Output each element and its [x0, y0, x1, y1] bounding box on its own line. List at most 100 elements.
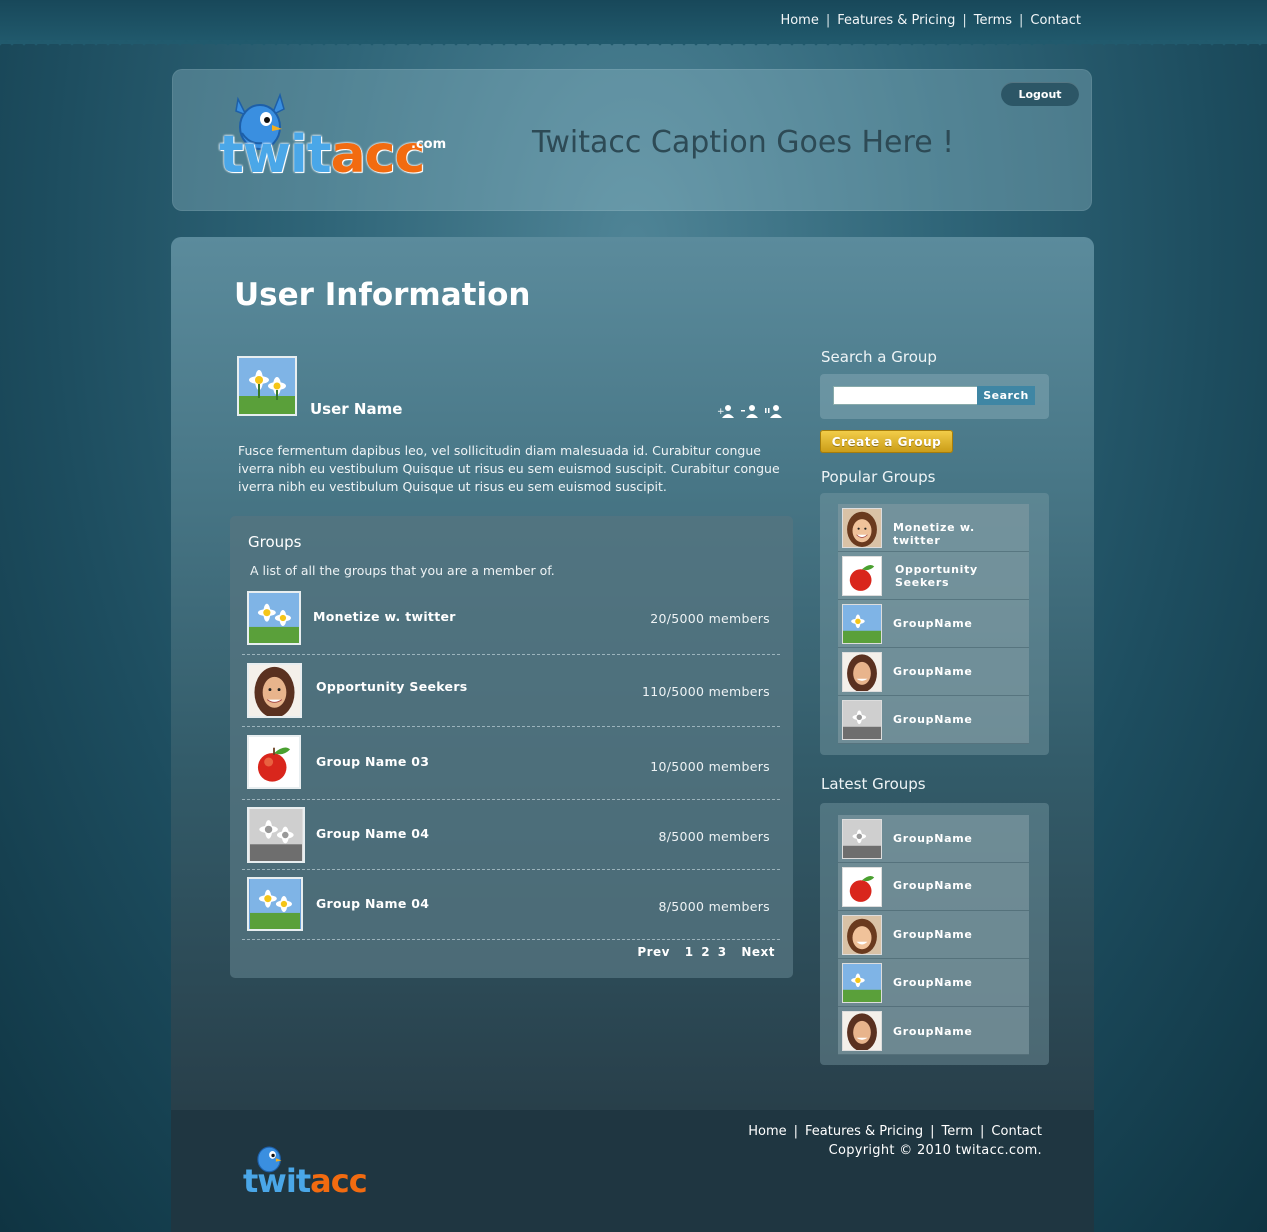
- search-group-box: Search: [820, 374, 1049, 419]
- prev-page-link[interactable]: Prev: [637, 945, 670, 959]
- logo-wordmark: twitacc: [219, 125, 425, 185]
- latest-group-item[interactable]: GroupName: [838, 863, 1029, 911]
- group-name: Monetize w. twitter: [313, 609, 456, 624]
- apple-photo-icon: [249, 737, 299, 787]
- group-thumbnail: [842, 604, 882, 644]
- page-link-1[interactable]: 1: [685, 945, 694, 959]
- popular-group-item[interactable]: GroupName: [838, 648, 1029, 696]
- footer-nav-home[interactable]: Home: [748, 1124, 786, 1139]
- block-user-icon[interactable]: [765, 404, 783, 418]
- group-thumbnail: [842, 867, 882, 907]
- group-thumbnail: [842, 700, 882, 740]
- user-bio: Fusce fermentum dapibus leo, vel sollici…: [238, 443, 780, 494]
- search-group-input[interactable]: [833, 386, 980, 405]
- footer-nav-contact[interactable]: Contact: [991, 1124, 1042, 1139]
- page-title: User Information: [234, 277, 531, 313]
- svg-text:+: +: [717, 407, 725, 417]
- footer-nav-features-pricing[interactable]: Features & Pricing: [805, 1124, 923, 1139]
- group-row[interactable]: Group Name 03 10/5000 members: [242, 727, 780, 800]
- group-name: Opportunity Seekers: [316, 679, 468, 694]
- group-name: GroupName: [893, 928, 973, 941]
- copyright-text: Copyright © 2010 twitacc.com.: [828, 1143, 1042, 1158]
- group-thumbnail: [247, 663, 302, 718]
- page-link-2[interactable]: 2: [701, 945, 710, 959]
- user-actions: +: [717, 404, 783, 418]
- groups-subtitle: A list of all the groups that you are a …: [250, 563, 555, 578]
- group-name: GroupName: [893, 1025, 973, 1038]
- latest-group-item[interactable]: GroupName: [838, 911, 1029, 959]
- group-name: Group Name 04: [316, 896, 430, 911]
- daisy-gray-photo-icon: [843, 820, 881, 858]
- create-group-button[interactable]: Create a Group: [820, 430, 953, 453]
- group-name: GroupName: [893, 976, 973, 989]
- daisy-photo-icon: [249, 593, 299, 643]
- group-thumbnail: [842, 652, 882, 692]
- zigzag-border: [0, 40, 1267, 50]
- group-name: GroupName: [893, 665, 973, 678]
- footer-nav-term[interactable]: Term: [942, 1124, 974, 1139]
- girl-photo-icon: [843, 916, 881, 954]
- apple-photo-icon: [843, 557, 881, 595]
- top-nav-home[interactable]: Home: [780, 13, 818, 28]
- search-group-title: Search a Group: [821, 348, 937, 366]
- pagination: Prev 1 2 3 Next: [631, 945, 775, 959]
- group-row[interactable]: Opportunity Seekers 110/5000 members: [242, 655, 780, 727]
- footer-nav: Home | Features & Pricing | Term | Contact: [748, 1124, 1042, 1139]
- group-name: GroupName: [893, 713, 973, 726]
- main-panel: User Information User Name + Fusce ferme…: [171, 237, 1094, 1110]
- group-row[interactable]: Group Name 04 8/5000 members: [242, 800, 780, 870]
- user-name: User Name: [310, 400, 403, 418]
- group-thumbnail: [247, 591, 301, 645]
- group-thumbnail: [842, 819, 882, 859]
- group-name: Group Name 03: [316, 754, 430, 769]
- add-user-icon[interactable]: +: [717, 404, 735, 418]
- group-thumbnail: [247, 877, 303, 931]
- daisy-photo-icon: [250, 879, 300, 929]
- group-row[interactable]: Group Name 04 8/5000 members: [242, 870, 780, 940]
- footer-logo-wordmark: twitacc: [243, 1162, 368, 1200]
- twitacc-logo[interactable]: twitacc .com: [216, 89, 456, 189]
- group-members: 8/5000 members: [658, 829, 770, 844]
- top-nav-features-pricing[interactable]: Features & Pricing: [837, 13, 955, 28]
- popular-group-item[interactable]: Monetize w. twitter: [838, 504, 1029, 552]
- group-thumbnail: [842, 915, 882, 955]
- group-name: GroupName: [893, 617, 973, 630]
- latest-group-item[interactable]: GroupName: [838, 1007, 1029, 1055]
- next-page-link[interactable]: Next: [741, 945, 775, 959]
- popular-group-item[interactable]: GroupName: [838, 696, 1029, 744]
- group-members: 10/5000 members: [650, 759, 770, 774]
- woman-photo-icon: [843, 1012, 881, 1050]
- latest-group-item[interactable]: GroupName: [838, 815, 1029, 863]
- groups-title: Groups: [248, 533, 302, 551]
- latest-groups-title: Latest Groups: [821, 775, 926, 793]
- group-thumbnail: [842, 556, 882, 596]
- daisy-gray-photo-icon: [843, 701, 881, 739]
- top-nav-contact[interactable]: Contact: [1030, 13, 1081, 28]
- site-header: twitacc .com Twitacc Caption Goes Here !…: [172, 69, 1092, 211]
- groups-panel: Groups A list of all the groups that you…: [230, 516, 793, 978]
- daisy-photo-icon: [843, 605, 881, 643]
- group-members: 8/5000 members: [658, 899, 770, 914]
- popular-group-item[interactable]: GroupName: [838, 600, 1029, 648]
- popular-group-item[interactable]: Opportunity Seekers: [838, 552, 1029, 600]
- popular-groups-panel: Monetize w. twitter Opportunity Seekers …: [820, 493, 1049, 755]
- top-nav-terms[interactable]: Terms: [974, 13, 1012, 28]
- group-thumbnail: [842, 963, 882, 1003]
- group-thumbnail: [247, 807, 305, 863]
- daisy-photo-icon: [843, 964, 881, 1002]
- remove-user-icon[interactable]: [741, 404, 759, 418]
- group-name: Opportunity Seekers: [895, 563, 978, 589]
- apple-photo-icon: [843, 868, 881, 906]
- logout-button[interactable]: Logout: [1001, 82, 1079, 106]
- popular-groups-title: Popular Groups: [821, 468, 936, 486]
- daisy-photo-icon: [239, 358, 295, 414]
- page-link-3[interactable]: 3: [718, 945, 727, 959]
- group-row[interactable]: Monetize w. twitter 20/5000 members: [242, 590, 780, 655]
- group-members: 110/5000 members: [642, 684, 770, 699]
- logo-suffix: .com: [411, 137, 447, 152]
- group-thumbnail: [842, 508, 882, 548]
- group-name: GroupName: [893, 879, 973, 892]
- woman-photo-icon: [249, 665, 300, 716]
- latest-group-item[interactable]: GroupName: [838, 959, 1029, 1007]
- search-button[interactable]: Search: [977, 386, 1035, 405]
